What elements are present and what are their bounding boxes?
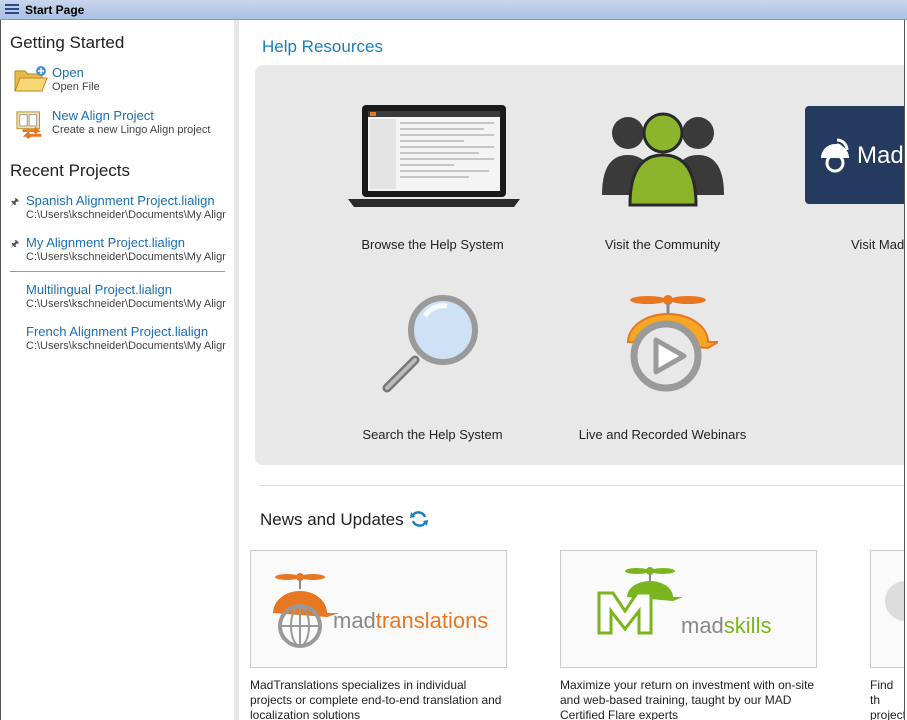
webinars-tile[interactable]: Live and Recorded Webinars <box>565 290 760 455</box>
magnifier-icon <box>382 295 478 393</box>
new-align-project-sublabel: Create a new Lingo Align project <box>52 124 211 136</box>
recent-project-name: Multilingual Project.lialign <box>26 282 172 297</box>
recent-project-path: C:\Users\kschneider\Documents\My Align <box>26 251 226 263</box>
recent-project-name: My Alignment Project.lialign <box>26 235 185 250</box>
new-align-project-action[interactable]: New Align Project Create a new Lingo Ali… <box>14 108 229 142</box>
open-action[interactable]: Open Open File <box>14 65 224 99</box>
news-card-text: MadTranslations specializes in individua… <box>250 678 502 720</box>
new-align-project-icon <box>16 111 42 140</box>
search-help-label: Search the Help System <box>362 427 503 442</box>
madskills-logo-text: madskills <box>681 613 771 639</box>
refresh-icon[interactable] <box>409 509 429 529</box>
recent-project-path: C:\Users\kschneider\Documents\My Align <box>26 340 226 352</box>
visit-community-label: Visit the Community <box>604 237 721 252</box>
menu-icon[interactable] <box>5 4 19 15</box>
help-resources-heading: Help Resources <box>262 37 383 56</box>
news-card-madtranslations[interactable]: madtranslations <box>250 550 507 668</box>
logo-part-mad: mad <box>681 613 724 638</box>
logo-part-translations: translations <box>375 608 489 633</box>
recent-project-item[interactable]: 🖈 My Alignment Project.lialign C:\Users\… <box>10 235 230 267</box>
open-label: Open <box>52 65 84 80</box>
getting-started-heading: Getting Started <box>10 33 125 52</box>
new-align-project-label: New Align Project <box>52 108 154 123</box>
recent-project-path: C:\Users\kschneider\Documents\My Align <box>26 298 226 310</box>
madcap-logo-text: Mad <box>857 142 904 169</box>
pin-icon[interactable]: 🖈 <box>10 237 19 254</box>
madtranslations-logo-text: madtranslations <box>333 608 488 634</box>
visit-madcap-tile[interactable]: Mad Visit Mad <box>803 95 905 265</box>
open-sublabel: Open File <box>52 81 100 93</box>
webinars-label: Live and Recorded Webinars <box>578 427 747 442</box>
help-resources-panel: Browse the Help System Visit the Communi… <box>255 65 905 465</box>
pin-icon[interactable]: 🖈 <box>10 195 19 212</box>
folder-open-icon <box>14 66 48 92</box>
madcap-logo-mark <box>821 138 849 173</box>
search-help-tile[interactable]: Search the Help System <box>335 290 530 455</box>
recent-project-path: C:\Users\kschneider\Documents\My Align <box>26 209 226 221</box>
logo-part-skills: skills <box>723 613 772 638</box>
news-heading: News and Updates <box>260 510 404 529</box>
window-title: Start Page <box>25 3 85 17</box>
logo-part-mad: mad <box>333 608 376 633</box>
main-content: Help Resources Browse the Help System Vi… <box>239 20 905 720</box>
title-bar: Start Page <box>0 0 907 20</box>
webinar-icon <box>626 295 718 392</box>
visit-community-tile[interactable]: Visit the Community <box>565 95 760 265</box>
recent-project-item[interactable]: 🖈 Spanish Alignment Project.lialign C:\U… <box>10 193 230 225</box>
news-card-third[interactable] <box>870 550 905 668</box>
laptop-icon <box>348 105 520 207</box>
recent-project-name: French Alignment Project.lialign <box>26 324 209 339</box>
browse-help-label: Browse the Help System <box>361 237 504 252</box>
recent-project-name: Spanish Alignment Project.lialign <box>26 193 215 208</box>
recent-projects-heading: Recent Projects <box>10 161 130 180</box>
news-card-madskills[interactable]: madskills <box>560 550 817 668</box>
news-card-text: Maximize your return on investment with … <box>560 678 815 720</box>
recent-project-item[interactable]: French Alignment Project.lialign C:\User… <box>10 324 230 356</box>
browse-help-tile[interactable]: Browse the Help System <box>335 95 530 265</box>
visit-madcap-label: Visit Mad <box>851 237 905 252</box>
third-card-logo <box>885 581 905 621</box>
pinned-separator <box>10 271 225 272</box>
news-card-text: Find th project MAD <box>870 678 905 720</box>
madcap-icon: Mad <box>805 106 905 204</box>
community-icon <box>602 112 724 207</box>
section-divider <box>260 485 905 486</box>
sidebar: Getting Started Open Open File New Align… <box>0 20 234 720</box>
recent-project-item[interactable]: Multilingual Project.lialign C:\Users\ks… <box>10 282 230 314</box>
